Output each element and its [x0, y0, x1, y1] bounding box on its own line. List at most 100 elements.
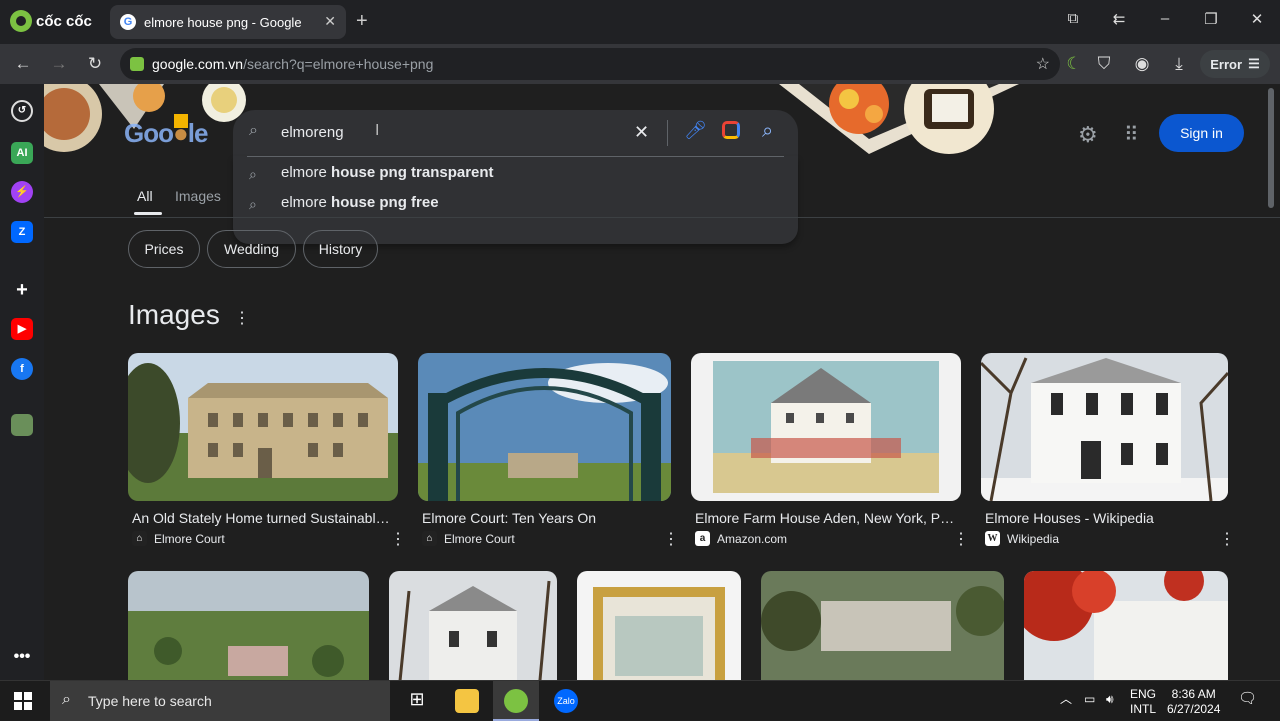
result-title[interactable]: Elmore Houses - Wikipedia: [985, 510, 1220, 526]
image-result-card[interactable]: Elmore Farm House Aden, New York, P… a A…: [691, 353, 969, 553]
result-more-icon[interactable]: ⋮: [390, 529, 406, 549]
volume-icon[interactable]: 🔊︎: [1106, 692, 1114, 707]
search-submit-icon[interactable]: ⌕: [762, 120, 773, 143]
back-history-icon[interactable]: ⇇: [1107, 10, 1131, 28]
add-icon[interactable]: +: [11, 279, 33, 301]
windows-start-icon[interactable]: [14, 692, 32, 710]
tray-chevron-icon[interactable]: ︿: [1060, 692, 1072, 707]
download-icon[interactable]: ⤓: [1168, 54, 1190, 74]
tab-all[interactable]: All: [137, 188, 153, 204]
forward-arrow-icon[interactable]: →: [48, 54, 70, 74]
browser-brand[interactable]: cốc cốc: [10, 10, 92, 32]
minimize-icon[interactable]: –: [1153, 10, 1177, 27]
image-result-card[interactable]: Elmore Houses - Wikipedia W Wikipedia ⋮: [979, 353, 1235, 553]
section-more-icon[interactable]: ⋮: [234, 308, 250, 328]
result-thumbnail[interactable]: [389, 571, 557, 680]
result-source[interactable]: ⌂ Elmore Court: [132, 531, 225, 546]
result-thumbnail[interactable]: [691, 353, 961, 501]
result-title[interactable]: Elmore Farm House Aden, New York, P…: [695, 510, 957, 526]
task-view-icon[interactable]: ⊞: [405, 689, 429, 713]
photo-app-icon[interactable]: [11, 414, 33, 436]
result-more-icon[interactable]: ⋮: [1219, 529, 1235, 549]
tab-close-icon[interactable]: ✕: [324, 13, 336, 30]
bookmark-star-icon[interactable]: ☆: [1036, 54, 1050, 74]
search-icon: ⌕: [249, 166, 257, 182]
file-explorer-icon[interactable]: [455, 689, 479, 713]
address-bar[interactable]: google.com.vn/search?q=elmore+house+png …: [120, 48, 1060, 80]
google-results-page: Goo●le ⌕ elmoreng I ✕ 🎤︎ ⌕ ⌕ elmore hous…: [44, 84, 1280, 680]
tabs-divider: [44, 217, 1280, 218]
image-result-card[interactable]: An Old Stately Home turned Sustainabl… ⌂…: [116, 353, 406, 553]
shield-icon[interactable]: ⛉: [1093, 54, 1115, 74]
search-box[interactable]: ⌕ elmoreng I ✕ 🎤︎ ⌕: [233, 110, 798, 156]
search-icon: ⌕: [249, 196, 257, 212]
language-indicator[interactable]: ENG INTL: [1130, 687, 1156, 717]
taskbar-search-box[interactable]: ⌕ Type here to search: [50, 681, 390, 721]
result-source[interactable]: a Amazon.com: [695, 531, 787, 546]
house-favicon-icon: ⌂: [132, 531, 147, 546]
clock-date: 6/27/2024: [1167, 702, 1221, 716]
result-source[interactable]: W Wikipedia: [985, 531, 1059, 546]
source-name: Elmore Court: [154, 531, 225, 546]
result-thumbnail[interactable]: [979, 353, 1230, 502]
chip-history[interactable]: History: [303, 230, 378, 268]
chip-prices[interactable]: Prices: [128, 230, 200, 268]
error-label: Error: [1210, 56, 1243, 72]
image-result-card[interactable]: Elmore Court: Ten Years On ⌂ Elmore Cour…: [418, 353, 679, 553]
error-menu-button[interactable]: Error ☰: [1200, 50, 1270, 78]
site-secure-icon[interactable]: [130, 57, 144, 71]
source-name: Wikipedia: [1007, 531, 1060, 546]
searchbox-divider: [667, 120, 668, 146]
close-window-icon[interactable]: ✕: [1245, 10, 1269, 28]
clock[interactable]: 8:36 AM 6/27/2024: [1167, 687, 1220, 717]
tab-images[interactable]: Images: [175, 188, 221, 204]
voice-search-icon[interactable]: 🎤︎: [684, 120, 707, 141]
zalo-taskbar-icon[interactable]: Zalo: [554, 689, 578, 713]
result-thumbnail[interactable]: [116, 353, 398, 501]
result-thumbnail[interactable]: [761, 571, 1004, 680]
active-tab[interactable]: G elmore house png - Google ✕: [110, 5, 346, 39]
text-cursor-icon: I: [375, 122, 380, 139]
reload-icon[interactable]: ↻: [84, 54, 106, 74]
result-title[interactable]: Elmore Court: Ten Years On: [422, 510, 667, 526]
back-arrow-icon[interactable]: ←: [12, 54, 34, 74]
chip-wedding[interactable]: Wedding: [207, 230, 296, 268]
network-icon[interactable]: ▭: [1084, 692, 1095, 707]
page-scrollbar[interactable]: [1268, 88, 1274, 208]
brand-name: cốc cốc: [36, 12, 92, 30]
ai-icon[interactable]: AI: [11, 142, 33, 164]
lens-search-icon[interactable]: [722, 121, 740, 139]
history-icon[interactable]: ↺: [11, 100, 33, 122]
zalo-icon[interactable]: Z: [11, 221, 33, 243]
browser-sidebar: ↺ AI ⚡ Z + ▶ f •••: [0, 84, 44, 680]
coccoc-taskbar-icon: [504, 689, 528, 713]
sign-in-button[interactable]: Sign in: [1159, 114, 1244, 152]
result-source[interactable]: ⌂ Elmore Court: [422, 531, 515, 546]
google-logo[interactable]: Goo●le: [124, 118, 208, 149]
notification-icon[interactable]: 🗨︎: [1238, 691, 1257, 706]
more-icon[interactable]: •••: [11, 646, 33, 668]
moon-extension-icon[interactable]: ☾: [1063, 54, 1085, 74]
facebook-icon[interactable]: f: [11, 358, 33, 380]
clear-search-icon[interactable]: ✕: [634, 122, 649, 143]
new-tab-icon[interactable]: +: [356, 10, 368, 33]
result-title[interactable]: An Old Stately Home turned Sustainabl…: [132, 510, 394, 526]
result-thumbnail[interactable]: [1024, 571, 1228, 680]
settings-gear-icon[interactable]: ⚙: [1078, 122, 1098, 148]
source-name: Elmore Court: [444, 531, 515, 546]
search-input[interactable]: elmoreng: [281, 124, 344, 141]
youtube-icon[interactable]: ▶: [11, 318, 33, 340]
result-more-icon[interactable]: ⋮: [663, 529, 679, 549]
house-favicon-icon: ⌂: [422, 531, 437, 546]
source-name: Amazon.com: [717, 531, 788, 546]
result-thumbnail[interactable]: [128, 571, 369, 680]
apps-grid-icon[interactable]: ⠿: [1124, 122, 1139, 147]
restore-icon[interactable]: ❐: [1199, 10, 1223, 28]
result-thumbnail[interactable]: [418, 353, 671, 501]
coccoc-taskbar-item[interactable]: [493, 681, 539, 721]
result-more-icon[interactable]: ⋮: [953, 529, 969, 549]
messenger-icon[interactable]: ⚡: [11, 181, 33, 203]
tab-search-icon[interactable]: ⧉: [1061, 10, 1085, 27]
profile-icon[interactable]: ◉: [1131, 54, 1153, 74]
result-thumbnail[interactable]: [577, 571, 741, 680]
